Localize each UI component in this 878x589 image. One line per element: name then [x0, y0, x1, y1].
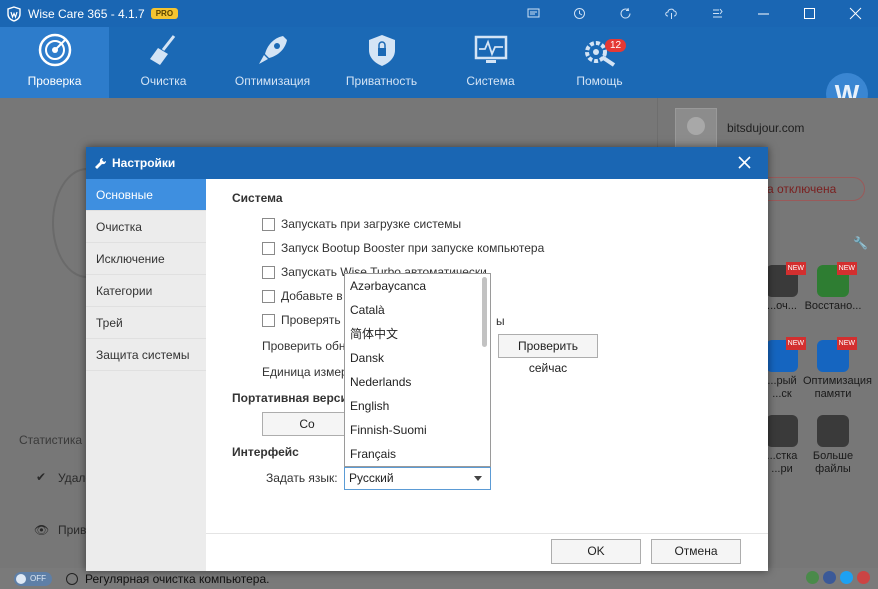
sidebar-item-exclusion[interactable]: Исключение: [86, 243, 206, 275]
check-updates-label: Проверить обно: [262, 339, 353, 353]
clock-icon: [66, 572, 78, 585]
cloud-icon[interactable]: [648, 0, 694, 27]
tab-check[interactable]: Проверка: [0, 27, 109, 98]
email-icon[interactable]: [806, 571, 819, 584]
cancel-button[interactable]: Отмена: [651, 539, 741, 564]
pro-badge: PRO: [150, 8, 179, 19]
language-option[interactable]: Nederlands: [345, 370, 490, 394]
tab-clean[interactable]: Очистка: [109, 27, 218, 98]
tab-label: Система: [466, 74, 515, 88]
minimize-icon[interactable]: [740, 0, 786, 27]
tool-item[interactable]: NEW Восстано...: [803, 262, 863, 313]
checkbox-label-tail: ы: [496, 314, 505, 328]
refresh-icon[interactable]: [602, 0, 648, 27]
checkbox-row[interactable]: Запуск Bootup Booster при запуске компью…: [262, 241, 544, 255]
wrench-icon[interactable]: 🔧: [853, 236, 868, 250]
checkbox[interactable]: [262, 217, 275, 231]
checkbox-row[interactable]: Проверять н: [262, 313, 351, 327]
checkbox[interactable]: [262, 241, 275, 255]
tool-item[interactable]: NEW Оптимизация памяти: [803, 337, 872, 401]
checkbox[interactable]: [262, 313, 275, 327]
tab-privacy[interactable]: Приватность: [327, 27, 436, 98]
maximize-icon[interactable]: [786, 0, 832, 27]
app-logo-icon: [7, 5, 21, 22]
checkbox-row[interactable]: Запускать при загрузке системы: [262, 217, 461, 231]
checkbox-row[interactable]: Добавьте в к: [262, 289, 351, 303]
tool-item[interactable]: Больше файлы: [803, 415, 863, 476]
google-plus-icon[interactable]: [857, 571, 870, 584]
check-icon: ✔: [36, 470, 47, 484]
monitor-icon: [474, 35, 507, 63]
section-title-system: Система: [232, 191, 283, 205]
notification-badge: 12: [605, 39, 627, 52]
footer-divider: [206, 533, 768, 534]
feedback-icon[interactable]: [510, 0, 556, 27]
rocket-icon: [258, 36, 287, 64]
title-bar: Wise Care 365 - 4.1.7 PRO: [0, 0, 878, 27]
create-portable-button[interactable]: Со: [262, 412, 352, 436]
checkbox[interactable]: [262, 289, 275, 303]
sidebar-item-cleaning[interactable]: Очистка: [86, 211, 206, 243]
close-icon[interactable]: [737, 155, 752, 170]
tab-optimize[interactable]: Оптимизация: [218, 27, 327, 98]
status-text: Регулярная очистка компьютера.: [85, 571, 270, 586]
settings-sidebar: Основные Очистка Исключение Категории Тр…: [86, 179, 206, 571]
language-select[interactable]: Русский: [344, 467, 491, 490]
language-option[interactable]: Azərbaycanca: [345, 274, 490, 298]
language-option[interactable]: 简体中文: [345, 322, 490, 346]
tool-icon: [766, 415, 798, 447]
language-option[interactable]: Català: [345, 298, 490, 322]
tool-icon: [817, 415, 849, 447]
language-selected-value: Русский: [349, 471, 394, 485]
twitter-icon[interactable]: [840, 571, 853, 584]
tab-label: Помощь: [576, 74, 623, 88]
menu-icon[interactable]: [694, 0, 740, 27]
language-label: Задать язык:: [266, 471, 338, 485]
shield-icon: [368, 35, 395, 66]
radar-icon: [38, 33, 71, 67]
eye-icon: 👁: [34, 523, 50, 537]
status-bar: OFF Регулярная очистка компьютера.: [0, 568, 878, 589]
language-dropdown-list: Azərbaycanca Català 简体中文 Dansk Nederland…: [344, 273, 491, 467]
facebook-icon[interactable]: [823, 571, 836, 584]
language-option[interactable]: Dansk: [345, 346, 490, 370]
sidebar-item-system-protection[interactable]: Защита системы: [86, 339, 206, 371]
close-icon[interactable]: [832, 0, 878, 27]
sidebar-item-tray[interactable]: Трей: [86, 307, 206, 339]
main-nav: Проверка Очистка Оптимизация Приватность…: [0, 27, 878, 115]
ok-button[interactable]: OK: [551, 539, 641, 564]
profile-email: bitsdujour.com: [727, 121, 805, 135]
schedule-toggle[interactable]: OFF: [14, 571, 52, 586]
wrench-icon: [95, 157, 107, 169]
tab-label: Приватность: [345, 74, 418, 88]
unit-label: Единица измере: [262, 365, 355, 379]
social-links: [806, 571, 870, 584]
dropdown-scrollbar[interactable]: [482, 277, 487, 347]
sidebar-item-categories[interactable]: Категории: [86, 275, 206, 307]
language-option[interactable]: English: [345, 394, 490, 418]
tab-label: Оптимизация: [234, 74, 311, 88]
tab-system[interactable]: Система: [436, 27, 545, 98]
tab-help[interactable]: Помощь 12: [545, 27, 654, 98]
dialog-title: Настройки: [112, 156, 176, 170]
dialog-title-bar: Настройки: [86, 147, 768, 179]
section-title-interface: Интерфейс: [232, 445, 299, 459]
check-now-button[interactable]: Проверить сейчас: [498, 334, 598, 375]
app-title: Wise Care 365 - 4.1.7: [28, 6, 145, 21]
sidebar-item-general[interactable]: Основные: [86, 179, 206, 211]
stats-label: Статистика: [19, 433, 83, 447]
profile-avatar: [675, 108, 717, 150]
section-title-portable: Портативная верси: [232, 391, 348, 405]
language-option[interactable]: Finnish-Suomi: [345, 418, 490, 442]
checkbox[interactable]: [262, 265, 275, 279]
restore-icon[interactable]: [556, 0, 602, 27]
language-option[interactable]: Français: [345, 442, 490, 466]
broom-icon: [149, 35, 175, 65]
tab-label: Проверка: [27, 74, 82, 88]
tab-label: Очистка: [140, 74, 187, 88]
chevron-down-icon: [474, 476, 482, 481]
